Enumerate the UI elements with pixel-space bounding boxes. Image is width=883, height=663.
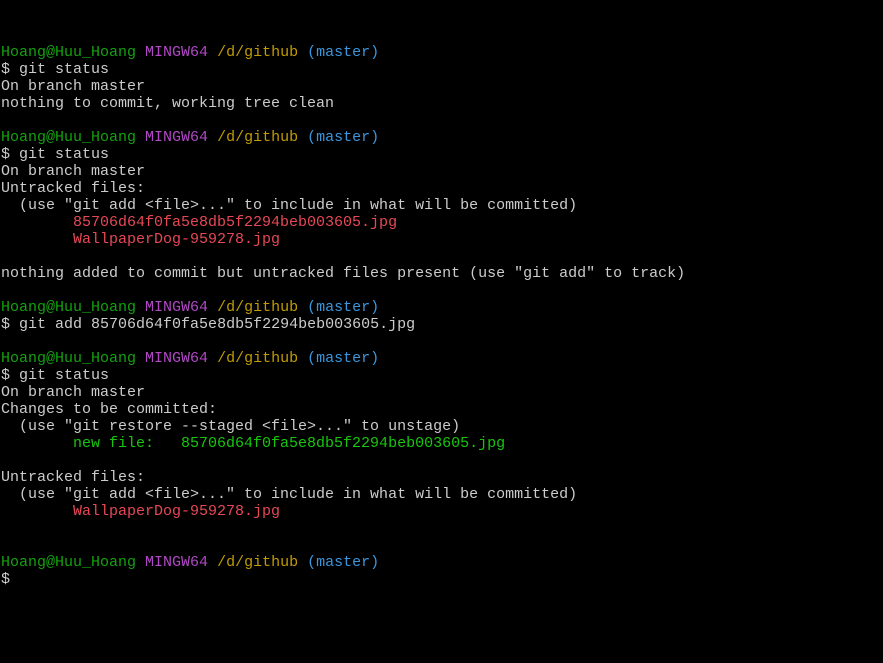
output-line: Untracked files: xyxy=(1,180,881,197)
output-line: WallpaperDog-959278.jpg xyxy=(1,231,881,248)
prompt-path: /d/github xyxy=(217,554,299,571)
output-text: (use "git add <file>..." to include in w… xyxy=(1,486,578,503)
command-line: $ git status xyxy=(1,367,881,384)
prompt-host: MINGW64 xyxy=(145,350,209,367)
prompt-line: Hoang@Huu_Hoang MINGW64 /d/github (maste… xyxy=(1,129,881,146)
untracked-file: 85706d64f0fa5e8db5f2294beb003605.jpg xyxy=(1,214,398,231)
command-line: $ git add 85706d64f0fa5e8db5f2294beb0036… xyxy=(1,316,881,333)
prompt-user: Hoang@Huu_Hoang xyxy=(1,554,137,571)
output-line: nothing to commit, working tree clean xyxy=(1,95,881,112)
prompt-line: Hoang@Huu_Hoang MINGW64 /d/github (maste… xyxy=(1,299,881,316)
output-line: On branch master xyxy=(1,384,881,401)
prompt-symbol: $ xyxy=(1,367,11,384)
output-text: nothing added to commit but untracked fi… xyxy=(1,265,686,282)
prompt-line: Hoang@Huu_Hoang MINGW64 /d/github (maste… xyxy=(1,44,881,61)
terminal-window[interactable]: Hoang@Huu_Hoang MINGW64 /d/github (maste… xyxy=(1,10,881,660)
output-text: nothing to commit, working tree clean xyxy=(1,95,335,112)
output-line: new file: 85706d64f0fa5e8db5f2294beb0036… xyxy=(1,435,881,452)
prompt-branch: (master) xyxy=(307,350,380,367)
command-line: $ git status xyxy=(1,61,881,78)
output-text: On branch master xyxy=(1,163,146,180)
output-text: Untracked files: xyxy=(1,180,146,197)
output-line: (use "git restore --staged <file>..." to… xyxy=(1,418,881,435)
prompt-host: MINGW64 xyxy=(145,299,209,316)
prompt-branch: (master) xyxy=(307,44,380,61)
output-line: nothing added to commit but untracked fi… xyxy=(1,265,881,282)
output-line: WallpaperDog-959278.jpg xyxy=(1,503,881,520)
prompt-host: MINGW64 xyxy=(145,554,209,571)
output-line: (use "git add <file>..." to include in w… xyxy=(1,486,881,503)
prompt-line: Hoang@Huu_Hoang MINGW64 /d/github (maste… xyxy=(1,554,881,571)
prompt-path: /d/github xyxy=(217,44,299,61)
prompt-symbol: $ xyxy=(1,316,11,333)
output-text: (use "git restore --staged <file>..." to… xyxy=(1,418,461,435)
output-line: On branch master xyxy=(1,163,881,180)
prompt-branch: (master) xyxy=(307,129,380,146)
output-line: On branch master xyxy=(1,78,881,95)
terminal-output: Hoang@Huu_Hoang MINGW64 /d/github (maste… xyxy=(1,44,881,588)
prompt-path: /d/github xyxy=(217,129,299,146)
staged-file: new file: 85706d64f0fa5e8db5f2294beb0036… xyxy=(1,435,506,452)
output-line: Untracked files: xyxy=(1,469,881,486)
command-text: git status xyxy=(19,367,110,384)
prompt-user: Hoang@Huu_Hoang xyxy=(1,129,137,146)
output-line: (use "git add <file>..." to include in w… xyxy=(1,197,881,214)
untracked-file: WallpaperDog-959278.jpg xyxy=(1,231,281,248)
output-line: 85706d64f0fa5e8db5f2294beb003605.jpg xyxy=(1,214,881,231)
prompt-branch: (master) xyxy=(307,299,380,316)
output-text: Untracked files: xyxy=(1,469,146,486)
prompt-host: MINGW64 xyxy=(145,44,209,61)
active-command-line[interactable]: $ xyxy=(1,571,881,588)
output-line: Changes to be committed: xyxy=(1,401,881,418)
prompt-branch: (master) xyxy=(307,554,380,571)
command-text: git add 85706d64f0fa5e8db5f2294beb003605… xyxy=(19,316,416,333)
prompt-symbol: $ xyxy=(1,146,11,163)
prompt-path: /d/github xyxy=(217,299,299,316)
output-text: (use "git add <file>..." to include in w… xyxy=(1,197,578,214)
command-text: git status xyxy=(19,61,110,78)
output-text: On branch master xyxy=(1,384,146,401)
command-line: $ git status xyxy=(1,146,881,163)
untracked-file: WallpaperDog-959278.jpg xyxy=(1,503,281,520)
command-text: git status xyxy=(19,146,110,163)
prompt-user: Hoang@Huu_Hoang xyxy=(1,350,137,367)
prompt-user: Hoang@Huu_Hoang xyxy=(1,299,137,316)
prompt-user: Hoang@Huu_Hoang xyxy=(1,44,137,61)
prompt-symbol: $ xyxy=(1,571,11,588)
output-text: Changes to be committed: xyxy=(1,401,218,418)
prompt-line: Hoang@Huu_Hoang MINGW64 /d/github (maste… xyxy=(1,350,881,367)
prompt-host: MINGW64 xyxy=(145,129,209,146)
prompt-symbol: $ xyxy=(1,61,11,78)
prompt-path: /d/github xyxy=(217,350,299,367)
output-text: On branch master xyxy=(1,78,146,95)
